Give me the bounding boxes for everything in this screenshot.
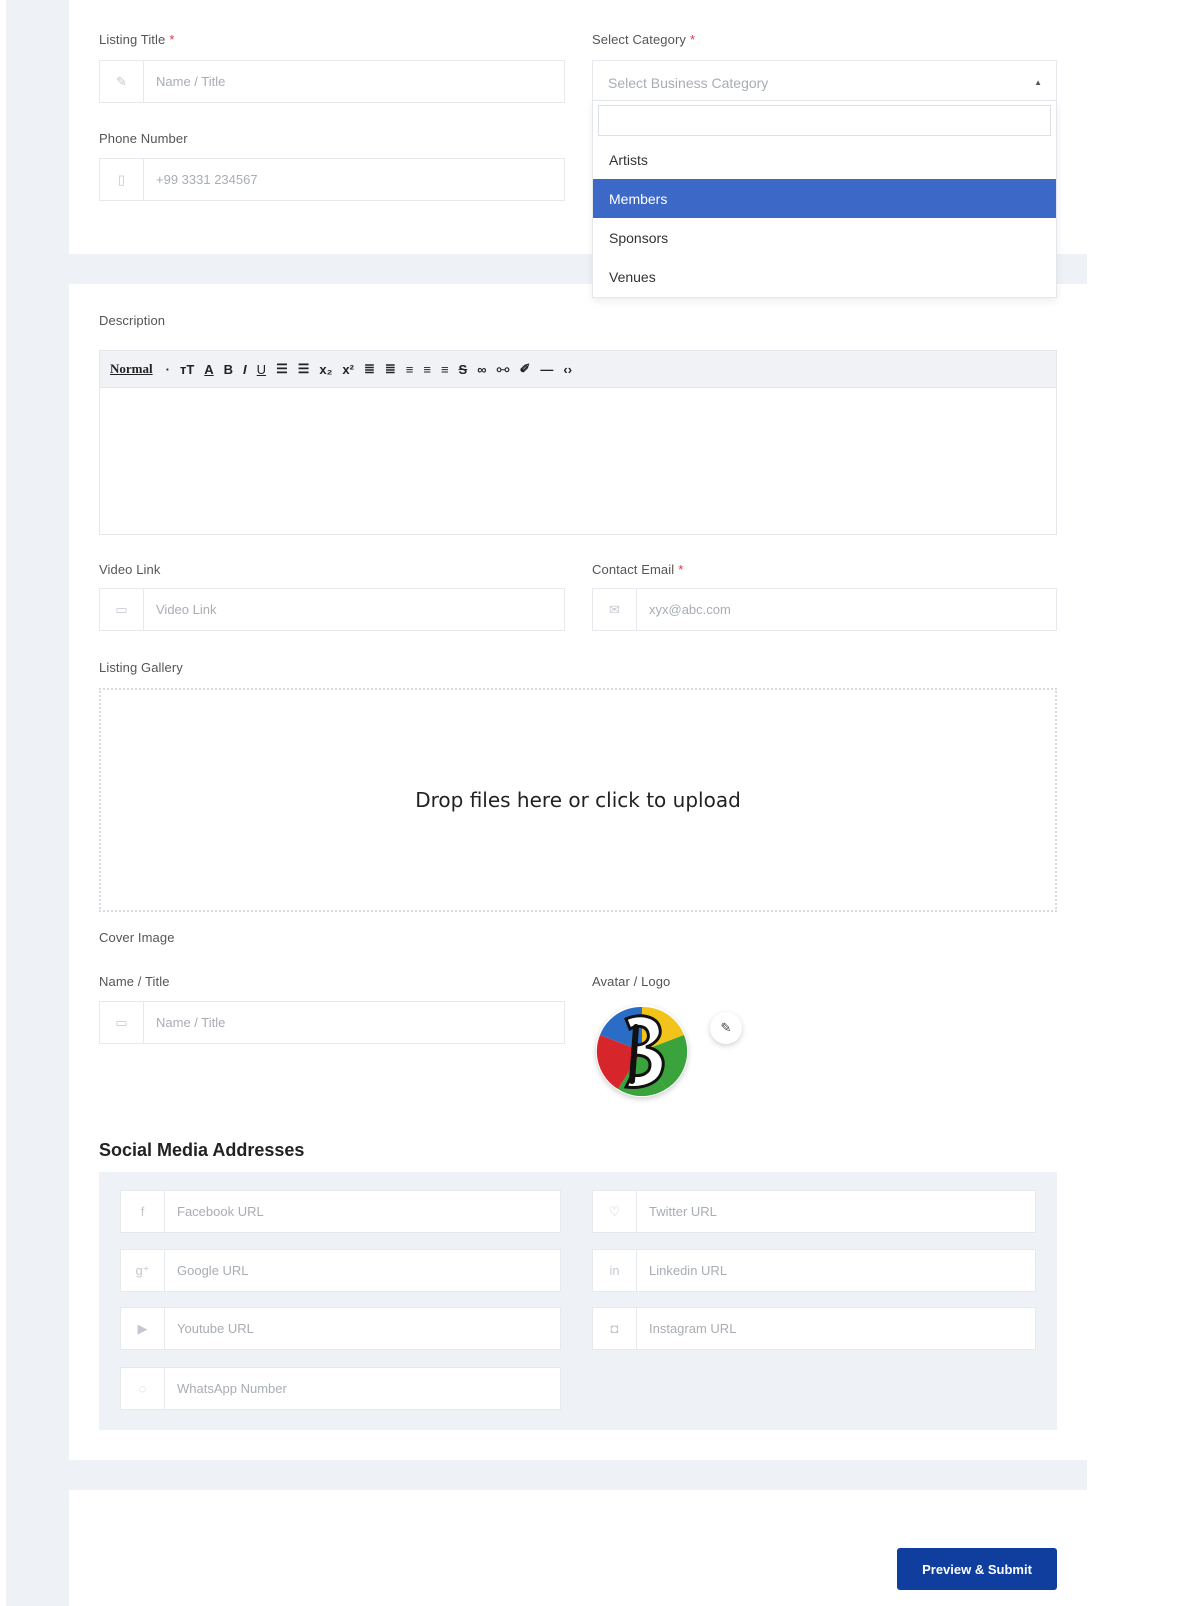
cover-name-placeholder: Name / Title (156, 1015, 226, 1030)
facebook-url-placeholder: Facebook URL (177, 1204, 264, 1219)
contact-email-label: Contact Email * (592, 562, 683, 577)
youtube-icon: ▶ (121, 1308, 165, 1349)
description-label: Description (99, 313, 166, 328)
instagram-url-placeholder: Instagram URL (649, 1321, 737, 1336)
select-category-label-text: Select Category (592, 32, 686, 47)
category-option-venues[interactable]: Venues (593, 257, 1056, 296)
category-option-members[interactable]: Members (593, 179, 1056, 218)
video-link-label: Video Link (99, 562, 161, 577)
required-mark: * (690, 32, 696, 47)
instagram-url-field[interactable]: ◘ Instagram URL (592, 1307, 1036, 1350)
link-icon[interactable]: ∞ (477, 362, 486, 377)
whatsapp-number-field[interactable]: ◌ WhatsApp Number (120, 1367, 561, 1410)
whatsapp-number-placeholder: WhatsApp Number (177, 1381, 287, 1396)
whatsapp-icon: ◌ (121, 1368, 165, 1409)
underline-icon[interactable]: U (257, 362, 266, 377)
gallery-dropzone[interactable]: Drop files here or click to upload (99, 688, 1057, 912)
twitter-url-field[interactable]: ♡ Twitter URL (592, 1190, 1036, 1233)
code-icon[interactable]: ‹› (563, 362, 572, 377)
listing-title-placeholder: Name / Title (156, 74, 226, 89)
clear-format-icon[interactable]: ✐ (520, 361, 531, 377)
italic-icon[interactable]: I (243, 362, 247, 377)
right-strip (1087, 0, 1191, 1606)
font-size-icon[interactable]: ᴛT (180, 362, 194, 377)
caret-up-icon: ▲ (1034, 78, 1042, 87)
bold-icon[interactable]: B (224, 362, 233, 377)
align-right-icon[interactable]: ≡ (441, 362, 449, 377)
google-url-field[interactable]: g⁺ Google URL (120, 1249, 561, 1292)
phone-icon: ▯ (100, 159, 144, 200)
facebook-icon: f (121, 1191, 165, 1232)
linkedin-url-placeholder: Linkedin URL (649, 1263, 728, 1278)
instagram-icon: ◘ (593, 1308, 637, 1349)
category-dropdown: Artists Members Sponsors Venues (592, 100, 1057, 298)
outdent-icon[interactable]: ≣ (385, 361, 396, 377)
bullet-list-icon[interactable]: ☰ (298, 361, 310, 377)
google-plus-icon: g⁺ (121, 1250, 165, 1291)
indent-icon[interactable]: ≣ (364, 361, 375, 377)
select-category-label: Select Category * (592, 32, 695, 47)
pencil-icon: ✎ (720, 1020, 732, 1035)
avatar-logo (596, 1005, 688, 1097)
strikethrough-icon[interactable]: S (459, 362, 468, 377)
facebook-url-field[interactable]: f Facebook URL (120, 1190, 561, 1233)
left-strip (0, 0, 6, 1606)
dropdown-caret-icon[interactable]: · (166, 362, 170, 377)
phone-number-field[interactable]: ▯ +99 3331 234567 (99, 158, 565, 201)
video-link-placeholder: Video Link (156, 602, 217, 617)
subscript-icon[interactable]: x₂ (319, 362, 332, 377)
required-mark: * (169, 32, 175, 47)
logo-graphic (596, 1005, 688, 1097)
social-media-title: Social Media Addresses (99, 1140, 305, 1160)
linkedin-icon: in (593, 1250, 637, 1291)
description-editor[interactable]: Normal · ᴛT A B I U ☰ ☰ x₂ x² ≣ ≣ ≡ ≡ ≡ … (99, 350, 1057, 535)
ordered-list-icon[interactable]: ☰ (276, 361, 288, 377)
cover-image-label: Cover Image (99, 930, 175, 945)
phone-number-label: Phone Number (99, 131, 188, 146)
listing-title-label-text: Listing Title (99, 32, 166, 47)
youtube-url-field[interactable]: ▶ Youtube URL (120, 1307, 561, 1350)
category-option-artists[interactable]: Artists (593, 140, 1056, 179)
linkedin-url-field[interactable]: in Linkedin URL (592, 1249, 1036, 1292)
avatar-logo-label: Avatar / Logo (592, 974, 671, 989)
video-icon: ▭ (100, 589, 144, 630)
youtube-url-placeholder: Youtube URL (177, 1321, 254, 1336)
twitter-url-placeholder: Twitter URL (649, 1204, 717, 1219)
editor-toolbar: Normal · ᴛT A B I U ☰ ☰ x₂ x² ≣ ≣ ≡ ≡ ≡ … (100, 351, 1056, 388)
font-color-icon[interactable]: A (204, 362, 213, 377)
contact-email-label-text: Contact Email (592, 562, 675, 577)
image-icon: ▭ (100, 1002, 144, 1043)
google-url-placeholder: Google URL (177, 1263, 249, 1278)
superscript-icon[interactable]: x² (342, 362, 354, 377)
dropzone-text: Drop files here or click to upload (415, 788, 741, 812)
listing-title-label: Listing Title * (99, 32, 175, 47)
phone-number-placeholder: +99 3331 234567 (156, 172, 258, 187)
cover-name-label: Name / Title (99, 974, 170, 989)
category-select-head[interactable]: Select Business Category ▲ (593, 61, 1056, 104)
category-option-sponsors[interactable]: Sponsors (593, 218, 1056, 257)
listing-title-field[interactable]: ✎ Name / Title (99, 60, 565, 103)
unlink-icon[interactable]: ⧟ (497, 361, 510, 377)
horizontal-rule-icon[interactable]: — (540, 362, 553, 377)
listing-gallery-label: Listing Gallery (99, 660, 183, 675)
contact-email-placeholder: xyx@abc.com (649, 602, 731, 617)
cover-name-field[interactable]: ▭ Name / Title (99, 1001, 565, 1044)
format-select[interactable]: Normal (110, 361, 153, 377)
category-search-input[interactable] (598, 105, 1051, 136)
pencil-icon: ✎ (100, 61, 144, 102)
category-placeholder: Select Business Category (608, 74, 769, 91)
contact-email-field[interactable]: ✉ xyx@abc.com (592, 588, 1057, 631)
envelope-icon: ✉ (593, 589, 637, 630)
align-center-icon[interactable]: ≡ (423, 362, 431, 377)
video-link-field[interactable]: ▭ Video Link (99, 588, 565, 631)
category-select[interactable]: Select Business Category ▲ (592, 60, 1057, 105)
edit-avatar-button[interactable]: ✎ (710, 1012, 742, 1044)
required-mark: * (678, 562, 684, 577)
align-left-icon[interactable]: ≡ (406, 362, 414, 377)
preview-submit-button[interactable]: Preview & Submit (897, 1548, 1057, 1590)
twitter-icon: ♡ (593, 1191, 637, 1232)
